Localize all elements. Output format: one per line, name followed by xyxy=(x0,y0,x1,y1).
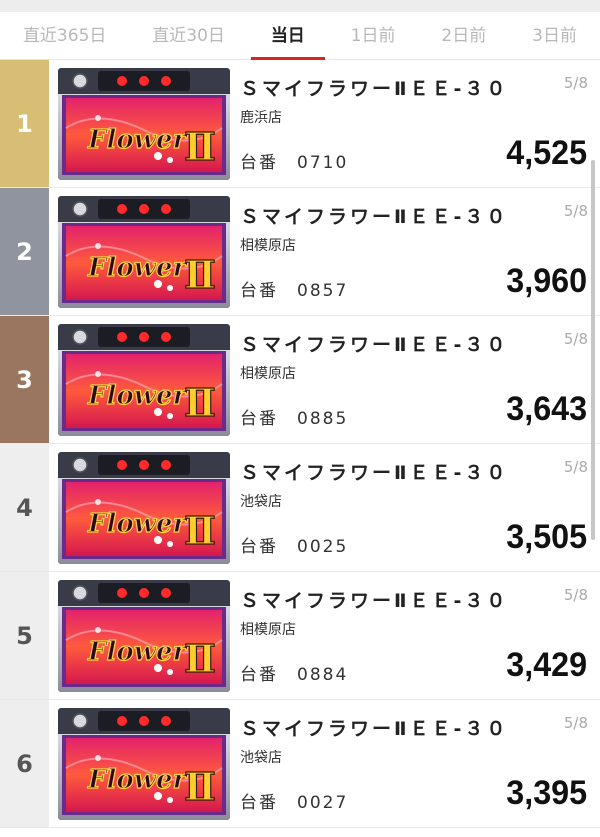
machine-number-value: 0884 xyxy=(297,665,349,685)
machine-thumbnail: Flower Ⅱ xyxy=(58,708,230,820)
date-label: 5/8 xyxy=(563,458,588,476)
machine-number: 台番 0027 xyxy=(240,788,348,813)
machine-panel-image: Flower Ⅱ xyxy=(58,196,230,308)
payout-value: 3,429 xyxy=(506,646,587,684)
tab-365-days[interactable]: 直近365日 xyxy=(17,12,112,60)
tab-2-days-ago[interactable]: 2日前 xyxy=(435,12,492,60)
machine-number-label: 台番 xyxy=(240,537,278,557)
row-info: ＳマイフラワーⅡＥＥ-３０ 相模原店 台番 0885 5/8 3,643 xyxy=(240,316,600,443)
svg-text:Flower: Flower xyxy=(87,381,189,411)
machine-thumbnail: Flower Ⅱ xyxy=(58,452,230,564)
machine-panel-image: Flower Ⅱ xyxy=(58,708,230,820)
tab-today[interactable]: 当日 xyxy=(250,12,325,60)
machine-number-label: 台番 xyxy=(240,281,278,301)
date-label: 5/8 xyxy=(563,714,588,732)
rank-badge: 2 xyxy=(0,188,49,315)
machine-number: 台番 0025 xyxy=(240,532,348,557)
store-name: 相模原店 xyxy=(240,622,296,638)
svg-text:Flower: Flower xyxy=(87,765,189,795)
status-strip xyxy=(0,0,600,12)
svg-text:Ⅱ: Ⅱ xyxy=(184,764,216,809)
ranking-row[interactable]: 5 Flower Ⅱ ＳマイフラワーⅡＥＥ-３０ 相模原店 台番 0884 5/… xyxy=(0,572,600,700)
svg-text:Flower: Flower xyxy=(87,509,189,539)
ranking-row[interactable]: 4 Flower Ⅱ ＳマイフラワーⅡＥＥ-３０ 池袋店 台番 0025 5/8… xyxy=(0,444,600,572)
svg-text:Flower: Flower xyxy=(87,125,189,155)
ranking-row[interactable]: 1 Flower Ⅱ ＳマイフラワーⅡＥＥ-３０ 鹿浜店 台番 0710 5/8… xyxy=(0,60,600,188)
machine-number: 台番 0884 xyxy=(240,660,348,685)
machine-number-label: 台番 xyxy=(240,793,278,813)
machine-number: 台番 0857 xyxy=(240,276,348,301)
date-label: 5/8 xyxy=(563,74,588,92)
store-name: 相模原店 xyxy=(240,366,296,382)
svg-text:Flower: Flower xyxy=(87,637,189,667)
ranking-row[interactable]: 2 Flower Ⅱ ＳマイフラワーⅡＥＥ-３０ 相模原店 台番 0857 5/… xyxy=(0,188,600,316)
rank-badge: 3 xyxy=(0,316,49,443)
machine-thumbnail: Flower Ⅱ xyxy=(58,324,230,436)
store-name: 池袋店 xyxy=(240,494,282,510)
machine-name: ＳマイフラワーⅡＥＥ-３０ xyxy=(240,462,509,484)
machine-panel-image: Flower Ⅱ xyxy=(58,580,230,692)
payout-value: 3,643 xyxy=(506,390,587,428)
svg-text:Ⅱ: Ⅱ xyxy=(184,124,216,169)
machine-thumbnail: Flower Ⅱ xyxy=(58,68,230,180)
machine-name: ＳマイフラワーⅡＥＥ-３０ xyxy=(240,206,509,228)
payout-value: 3,960 xyxy=(506,262,587,300)
machine-number-label: 台番 xyxy=(240,409,278,429)
row-info: ＳマイフラワーⅡＥＥ-３０ 池袋店 台番 0025 5/8 3,505 xyxy=(240,444,600,571)
machine-name: ＳマイフラワーⅡＥＥ-３０ xyxy=(240,718,509,740)
row-info: ＳマイフラワーⅡＥＥ-３０ 鹿浜店 台番 0710 5/8 4,525 xyxy=(240,60,600,187)
machine-name: ＳマイフラワーⅡＥＥ-３０ xyxy=(240,334,509,356)
date-label: 5/8 xyxy=(563,586,588,604)
svg-text:Ⅱ: Ⅱ xyxy=(184,636,216,681)
machine-name: ＳマイフラワーⅡＥＥ-３０ xyxy=(240,78,509,100)
machine-number-label: 台番 xyxy=(240,153,278,173)
machine-number-value: 0885 xyxy=(297,409,349,429)
ranking-list: 1 Flower Ⅱ ＳマイフラワーⅡＥＥ-３０ 鹿浜店 台番 0710 5/8… xyxy=(0,60,600,828)
tab-1-day-ago[interactable]: 1日前 xyxy=(345,12,402,60)
machine-number-value: 0857 xyxy=(297,281,349,301)
machine-panel-image: Flower Ⅱ xyxy=(58,324,230,436)
period-tabs: 直近365日 直近30日 当日 1日前 2日前 3日前 xyxy=(0,12,600,60)
payout-value: 4,525 xyxy=(506,134,587,172)
machine-number-value: 0710 xyxy=(297,153,349,173)
svg-text:Flower: Flower xyxy=(87,253,189,283)
rank-badge: 6 xyxy=(0,700,49,827)
svg-text:Ⅱ: Ⅱ xyxy=(184,380,216,425)
machine-number-label: 台番 xyxy=(240,665,278,685)
svg-text:Ⅱ: Ⅱ xyxy=(184,508,216,553)
ranking-row[interactable]: 6 Flower Ⅱ ＳマイフラワーⅡＥＥ-３０ 池袋店 台番 0027 5/8… xyxy=(0,700,600,828)
tab-30-days[interactable]: 直近30日 xyxy=(146,12,231,60)
svg-text:Ⅱ: Ⅱ xyxy=(184,252,216,297)
machine-number: 台番 0885 xyxy=(240,404,348,429)
machine-number-value: 0025 xyxy=(297,537,349,557)
row-info: ＳマイフラワーⅡＥＥ-３０ 池袋店 台番 0027 5/8 3,395 xyxy=(240,700,600,827)
machine-name: ＳマイフラワーⅡＥＥ-３０ xyxy=(240,590,509,612)
machine-panel-image: Flower Ⅱ xyxy=(58,68,230,180)
machine-thumbnail: Flower Ⅱ xyxy=(58,580,230,692)
rank-badge: 4 xyxy=(0,444,49,571)
payout-value: 3,505 xyxy=(506,518,587,556)
row-info: ＳマイフラワーⅡＥＥ-３０ 相模原店 台番 0884 5/8 3,429 xyxy=(240,572,600,699)
row-info: ＳマイフラワーⅡＥＥ-３０ 相模原店 台番 0857 5/8 3,960 xyxy=(240,188,600,315)
store-name: 鹿浜店 xyxy=(240,110,282,126)
rank-badge: 5 xyxy=(0,572,49,699)
store-name: 相模原店 xyxy=(240,238,296,254)
machine-number: 台番 0710 xyxy=(240,148,348,173)
ranking-row[interactable]: 3 Flower Ⅱ ＳマイフラワーⅡＥＥ-３０ 相模原店 台番 0885 5/… xyxy=(0,316,600,444)
tab-3-days-ago[interactable]: 3日前 xyxy=(526,12,583,60)
payout-value: 3,395 xyxy=(506,774,587,812)
rank-badge: 1 xyxy=(0,60,49,187)
store-name: 池袋店 xyxy=(240,750,282,766)
machine-thumbnail: Flower Ⅱ xyxy=(58,196,230,308)
machine-number-value: 0027 xyxy=(297,793,349,813)
date-label: 5/8 xyxy=(563,330,588,348)
date-label: 5/8 xyxy=(563,202,588,220)
machine-panel-image: Flower Ⅱ xyxy=(58,452,230,564)
